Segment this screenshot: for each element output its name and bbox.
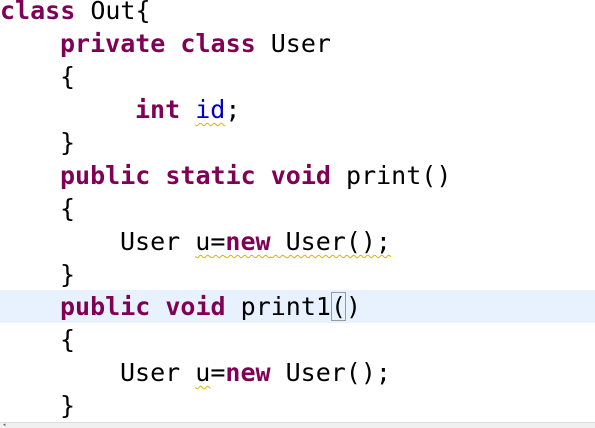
- code-line-9: }: [0, 258, 595, 291]
- keyword-void: void: [165, 292, 226, 321]
- type-user: User: [120, 227, 196, 256]
- open-brace: {: [60, 194, 76, 223]
- class-declaration: Out{: [75, 0, 151, 25]
- keyword-new: new: [225, 227, 271, 256]
- code-line-10-current: public void print1(): [0, 290, 595, 323]
- variable-u: u: [195, 358, 211, 387]
- method-name: print1: [225, 292, 331, 321]
- keyword-private: private: [60, 29, 166, 58]
- keyword-public: public: [60, 161, 151, 190]
- assign-operator: =: [210, 358, 226, 387]
- keyword-public: public: [60, 292, 151, 321]
- keyword-int: int: [135, 95, 181, 124]
- code-line-13: }: [0, 389, 595, 422]
- code-line-5: }: [0, 126, 595, 159]
- code-line-2: private class User: [0, 27, 595, 60]
- method-signature: print(): [330, 161, 452, 190]
- code-line-11: {: [0, 323, 595, 356]
- open-brace: {: [60, 62, 76, 91]
- open-brace: {: [60, 325, 76, 354]
- constructor-gap: [271, 227, 286, 256]
- field-id: id: [195, 95, 226, 124]
- constructor-call: User();: [270, 358, 391, 387]
- close-brace: }: [60, 391, 76, 420]
- keyword-new: new: [225, 358, 271, 387]
- variable-u: u: [195, 227, 211, 256]
- constructor-call: User();: [285, 227, 391, 256]
- code-line-12: User u=new User();: [0, 356, 595, 389]
- keyword-static: static: [165, 161, 256, 190]
- keyword-class: class: [180, 29, 256, 58]
- code-line-8: User u=new User();: [0, 225, 595, 258]
- close-brace: }: [60, 128, 76, 157]
- semicolon: ;: [225, 95, 241, 124]
- close-brace: }: [60, 260, 76, 289]
- code-line-6: public static void print(): [0, 159, 595, 192]
- matching-paren-open: (: [330, 292, 347, 321]
- keyword-class: class: [0, 0, 76, 25]
- type-user: User: [120, 358, 196, 387]
- keyword-void: void: [270, 161, 331, 190]
- horizontal-scrollbar[interactable]: ◂: [0, 422, 595, 428]
- paren-close: ): [346, 292, 362, 321]
- code-editor[interactable]: class Out{ private class User { int id; …: [0, 0, 595, 428]
- code-line-4: int id;: [0, 93, 595, 126]
- code-line-7: {: [0, 192, 595, 225]
- code-line-3: {: [0, 60, 595, 93]
- code-line-1: class Out{: [0, 0, 595, 27]
- inner-class-name: User: [255, 29, 331, 58]
- scroll-left-arrow-icon[interactable]: ◂: [3, 423, 6, 428]
- assign-operator: =: [210, 227, 226, 256]
